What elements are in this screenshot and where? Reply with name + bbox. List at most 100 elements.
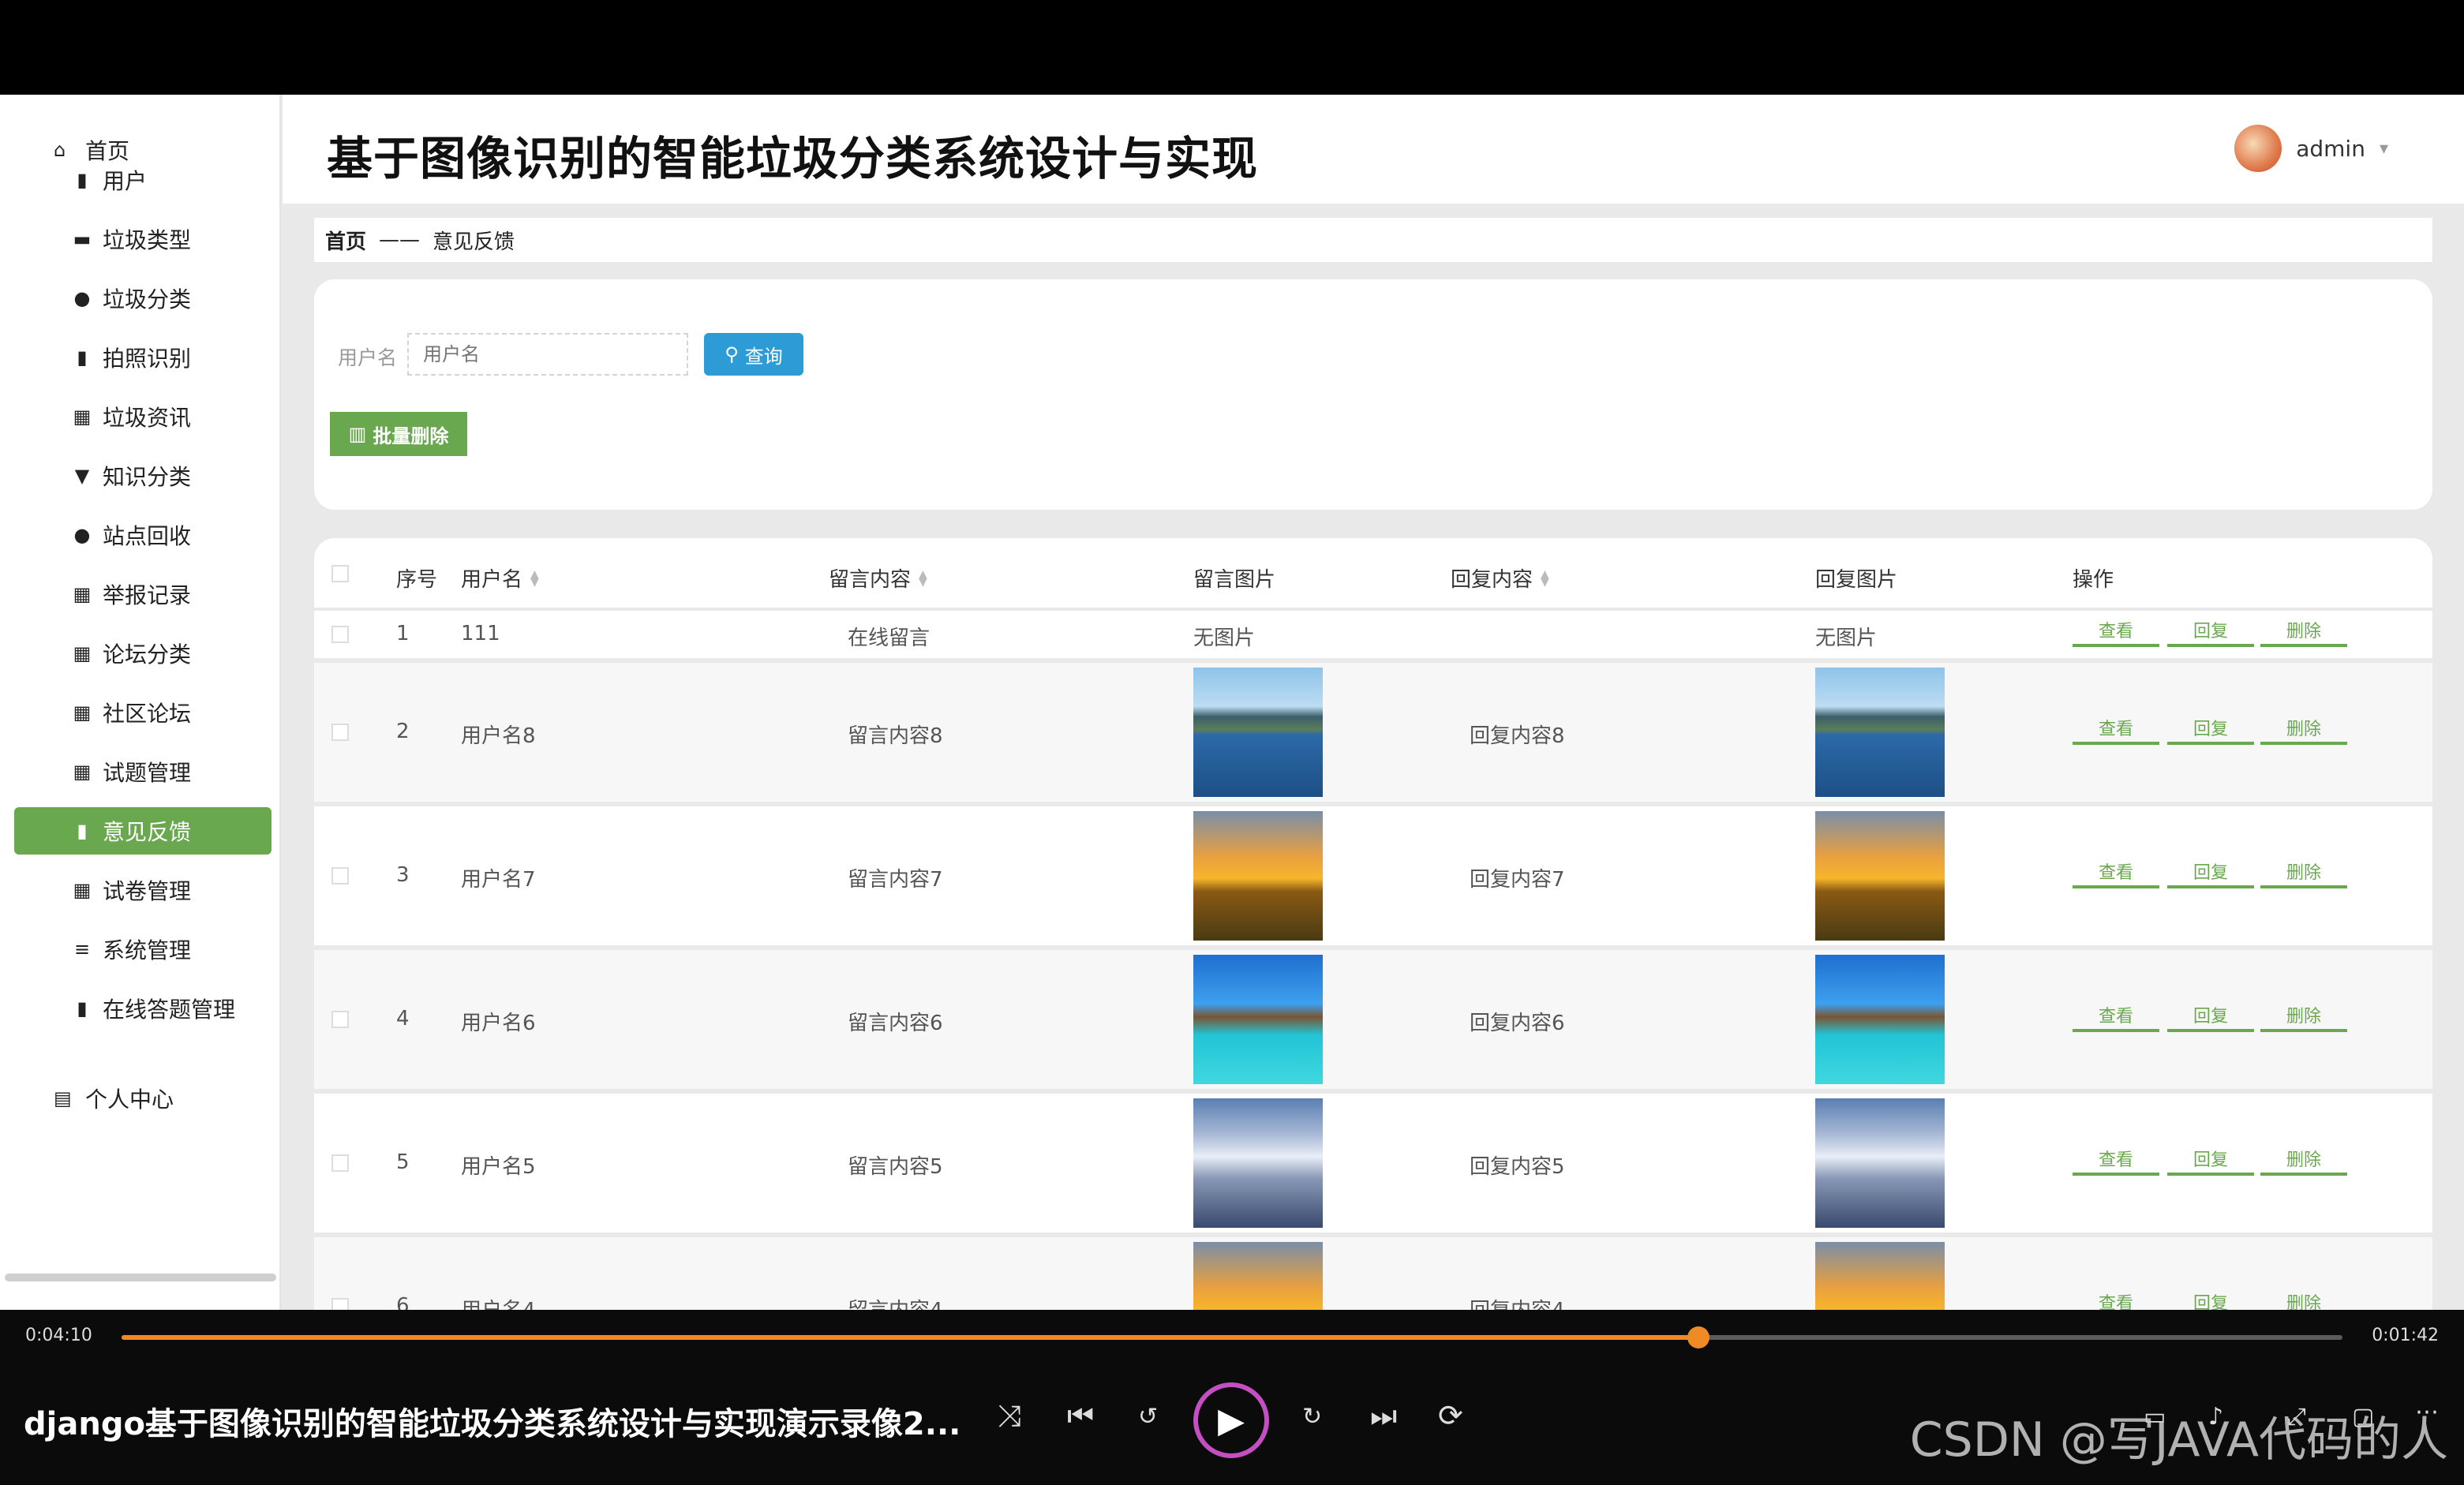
video-player: 0:04:10 0:01:42 django基于图像识别的智能垃圾分类系统设计与… [0,1310,2464,1485]
username-label[interactable]: admin [2296,136,2365,162]
row-checkbox[interactable] [331,867,349,885]
row-index: 4 [396,1007,410,1031]
seek-handle[interactable] [1687,1326,1709,1348]
sidebar-item-2[interactable]: ● 垃圾分类 [14,275,271,322]
reply-image[interactable] [1815,668,1945,797]
clipboard-icon: ▮ [77,169,88,191]
row-reply: 回复内容7 [1470,868,1565,892]
reply-image[interactable] [1815,1098,1945,1228]
row-checkbox[interactable] [331,626,349,643]
sidebar-item-11[interactable]: ▮ 意见反馈 [14,807,271,855]
view-button[interactable]: 查看 [2073,1144,2159,1176]
sidebar-item-label: 系统管理 [103,937,192,963]
message-image[interactable] [1193,955,1323,1084]
sidebar-item-label: 垃圾类型 [103,227,192,253]
sidebar-item-label: 试题管理 [103,760,192,786]
sidebar-item-label: 垃圾分类 [103,286,192,312]
row-username: 用户名4 [461,1294,536,1310]
query-button[interactable]: ⚲ 查询 [704,333,803,376]
delete-button[interactable]: 删除 [2260,713,2347,745]
col-reply[interactable]: 回复内容 ▲ ▼ [1451,563,1549,593]
sidebar-item-label: 拍照识别 [103,346,192,372]
col-content[interactable]: 留言内容 ▲ ▼ [829,563,927,593]
reply-button[interactable]: 回复 [2167,857,2254,888]
repeat-icon[interactable]: ⟳ [1438,1398,1463,1433]
user-menu[interactable]: admin ▾ [2234,125,2388,172]
row-checkbox[interactable] [331,1298,349,1310]
avatar[interactable] [2234,125,2282,172]
sidebar-item-4[interactable]: ▦ 垃圾资讯 [14,393,271,440]
reply-button[interactable]: 回复 [2167,615,2254,647]
col-ops: 操作 [2073,568,2114,592]
sidebar-item-14[interactable]: ▮ 在线答题管理 [14,985,271,1032]
reply-button[interactable]: 回复 [2167,713,2254,745]
batch-delete-button[interactable]: ▥ 批量删除 [330,412,467,456]
sidebar-item-0[interactable]: ▮ 用户 [14,156,271,204]
chevron-down-icon[interactable]: ▾ [2380,139,2388,159]
delete-button[interactable]: 删除 [2260,1288,2347,1310]
shuffle-icon[interactable]: ⤨ [998,1398,1021,1434]
delete-button[interactable]: 删除 [2260,1001,2347,1032]
view-button[interactable]: 查看 [2073,857,2159,888]
col-image: 留言图片 [1193,568,1276,592]
sort-icon[interactable]: ▲ ▼ [530,569,539,588]
sidebar-item-5[interactable]: ▼ 知识分类 [14,452,271,499]
delete-button[interactable]: 删除 [2260,1144,2347,1176]
reply-button[interactable]: 回复 [2167,1288,2254,1310]
forward-30-icon[interactable]: ↻ [1302,1403,1322,1431]
sort-icon[interactable]: ▲ ▼ [1541,569,1549,588]
view-button[interactable]: 查看 [2073,713,2159,745]
row-index: 3 [396,863,410,887]
batch-delete-label: 批量删除 [373,425,449,447]
message-image[interactable] [1193,668,1323,797]
sidebar-item-8[interactable]: ▦ 论坛分类 [14,630,271,677]
delete-button[interactable]: 删除 [2260,615,2347,647]
seek-bar[interactable] [122,1326,2342,1348]
message-image[interactable] [1193,1242,1323,1310]
reply-image[interactable] [1815,811,1945,941]
col-username[interactable]: 用户名 ▲ ▼ [461,563,539,593]
play-button[interactable]: ▶ [1193,1382,1269,1458]
row-checkbox[interactable] [331,1011,349,1028]
sidebar-item-6[interactable]: ● 站点回收 [14,511,271,559]
sidebar-item-7[interactable]: ▦ 举报记录 [14,570,271,618]
message-image[interactable] [1193,811,1323,941]
sort-icon[interactable]: ▲ ▼ [919,569,927,588]
next-icon[interactable]: ⏭ [1370,1398,1397,1434]
person-icon: ● [73,287,91,309]
sidebar-item-3[interactable]: ▮ 拍照识别 [14,334,271,381]
rewind-10-icon[interactable]: ↺ [1138,1403,1158,1431]
row-checkbox[interactable] [331,1154,349,1172]
breadcrumb-home[interactable]: 首页 [325,226,366,255]
sidebar-item-13[interactable]: ≡ 系统管理 [14,926,271,973]
row-checkbox[interactable] [331,724,349,741]
reply-button[interactable]: 回复 [2167,1001,2254,1032]
breadcrumb-separator: —— [379,228,421,252]
sidebar-item-12[interactable]: ▦ 试卷管理 [14,866,271,914]
reply-image[interactable] [1815,955,1945,1084]
sidebar-item-label: 垃圾资讯 [103,405,192,431]
watermark: CSDN @写JAVA代码的人 [1909,1412,2448,1468]
previous-icon[interactable]: ⏮ [1067,1398,1094,1434]
sidebar-item-label: 试卷管理 [103,878,192,904]
sidebar-item-profile[interactable]: ▤ 个人中心 [14,1075,271,1122]
row-content: 留言内容8 [848,724,943,748]
select-all-checkbox[interactable] [331,565,349,582]
row-reply: 回复内容4 [1470,1294,1565,1310]
time-elapsed: 0:04:10 [25,1326,92,1345]
table-row: 3 用户名7 留言内容7 回复内容7 查看 回复 删除 [314,806,2432,945]
sidebar-item-label: 站点回收 [103,523,192,549]
view-button[interactable]: 查看 [2073,1288,2159,1310]
sidebar-item-1[interactable]: ▬ 垃圾类型 [14,215,271,263]
delete-button[interactable]: 删除 [2260,857,2347,888]
username-search-input[interactable] [407,333,688,376]
reply-button[interactable]: 回复 [2167,1144,2254,1176]
table-header: 序号 用户名 ▲ ▼ 留言内容 ▲ ▼ 留言图片 回复内容 ▲ ▼ 回复图片 操作 [314,538,2432,608]
view-button[interactable]: 查看 [2073,615,2159,647]
view-button[interactable]: 查看 [2073,1001,2159,1032]
reply-image[interactable] [1815,1242,1945,1310]
message-image[interactable] [1193,1098,1323,1228]
sidebar-item-10[interactable]: ▦ 试题管理 [14,748,271,795]
sidebar-item-9[interactable]: ▦ 社区论坛 [14,689,271,736]
sidebar-scrollbar[interactable] [5,1274,276,1281]
